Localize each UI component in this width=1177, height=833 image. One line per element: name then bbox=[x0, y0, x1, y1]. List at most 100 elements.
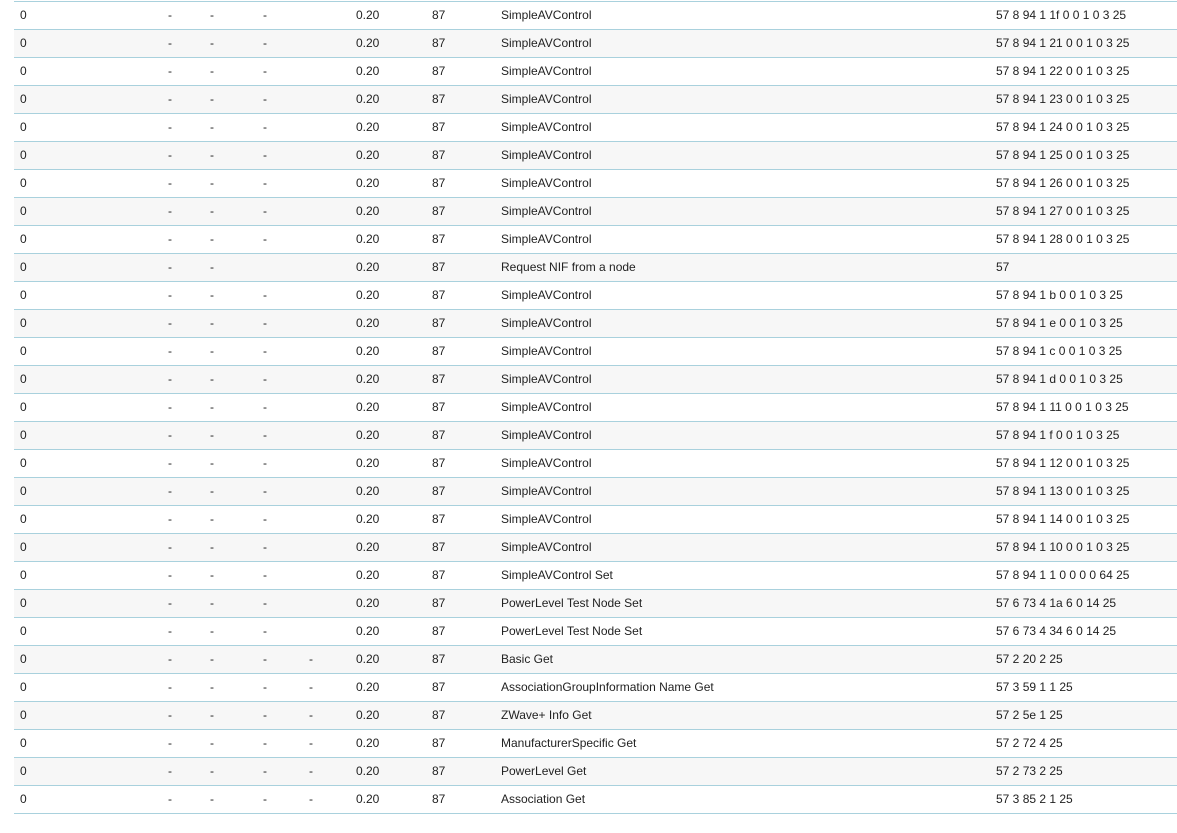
cell-dash-2: - bbox=[210, 232, 214, 246]
cell-command: SimpleAVControl bbox=[501, 484, 592, 498]
cell-dash-2: - bbox=[210, 64, 214, 78]
cell-payload: 57 8 94 1 e 0 0 1 0 3 25 bbox=[996, 316, 1123, 330]
cell-command: SimpleAVControl Set bbox=[501, 568, 613, 582]
table-row[interactable]: 0 - - - 0.20 87 SimpleAVControl 57 8 94 1 26 0 … bbox=[14, 170, 1177, 198]
cell-value: 0 bbox=[20, 736, 27, 750]
cell-node-id: 87 bbox=[432, 652, 446, 666]
table-row[interactable]: 0 - - - 0.20 87 SimpleAVControl 57 8 94 1 b 0 0… bbox=[14, 282, 1177, 310]
table-row[interactable]: 0 - - - 0.20 87 SimpleAVControl 57 8 94 1 23 0 … bbox=[14, 86, 1177, 114]
cell-payload: 57 3 85 2 1 25 bbox=[996, 792, 1073, 806]
table-row[interactable]: 0 - - - 0.20 87 SimpleAVControl 57 8 94 1 28 0 … bbox=[14, 226, 1177, 254]
cell-version: 0.20 bbox=[356, 512, 380, 526]
cell-dash-2: - bbox=[210, 288, 214, 302]
cell-node-id: 87 bbox=[432, 92, 446, 106]
cell-node-id: 87 bbox=[432, 260, 446, 274]
cell-dash-2: - bbox=[210, 596, 214, 610]
table-row[interactable]: 0 - - - 0.20 87 PowerLevel Test Node Set 57 6 7… bbox=[14, 590, 1177, 618]
cell-command: Request NIF from a node bbox=[501, 260, 636, 274]
table-row[interactable]: 0 - - - - 0.20 87 ManufacturerSpecific Get 57 2 … bbox=[14, 730, 1177, 758]
cell-value: 0 bbox=[20, 428, 27, 442]
cell-node-id: 87 bbox=[432, 764, 446, 778]
cell-dash-2: - bbox=[210, 120, 214, 134]
cell-command: ManufacturerSpecific Get bbox=[501, 736, 637, 750]
table-row[interactable]: 0 - - - 0.20 87 PowerLevel Test Node Set 57 6 7… bbox=[14, 618, 1177, 646]
table-row[interactable]: 0 - - - - 0.20 87 Association Get 57 3 85 2 1 25 bbox=[14, 786, 1177, 814]
cell-version: 0.20 bbox=[356, 92, 380, 106]
table-row[interactable]: 0 - - - 0.20 87 SimpleAVControl 57 8 94 1 21 0 … bbox=[14, 30, 1177, 58]
cell-dash-3: - bbox=[263, 708, 267, 722]
cell-dash-2: - bbox=[210, 176, 214, 190]
table-row[interactable]: 0 - - - - 0.20 87 PowerLevel Get 57 2 73 2 25 bbox=[14, 758, 1177, 786]
cell-command: SimpleAVControl bbox=[501, 64, 592, 78]
cell-dash-1: - bbox=[168, 484, 172, 498]
cell-dash-2: - bbox=[210, 512, 214, 526]
cell-version: 0.20 bbox=[356, 624, 380, 638]
cell-command: Basic Get bbox=[501, 652, 554, 666]
cell-node-id: 87 bbox=[432, 344, 446, 358]
cell-node-id: 87 bbox=[432, 736, 446, 750]
cell-value: 0 bbox=[20, 120, 27, 134]
cell-payload: 57 8 94 1 27 0 0 1 0 3 25 bbox=[996, 204, 1130, 218]
cell-value: 0 bbox=[20, 456, 27, 470]
table-row[interactable]: 0 - - - 0.20 87 SimpleAVControl 57 8 94 1 d 0 0… bbox=[14, 366, 1177, 394]
table-row[interactable]: 0 - - - 0.20 87 SimpleAVControl 57 8 94 1 24 0 … bbox=[14, 114, 1177, 142]
cell-dash-3: - bbox=[263, 568, 267, 582]
cell-version: 0.20 bbox=[356, 204, 380, 218]
cell-value: 0 bbox=[20, 540, 27, 554]
table-row[interactable]: 0 - - - 0.20 87 SimpleAVControl 57 8 94 1 f 0 0… bbox=[14, 422, 1177, 450]
table-row[interactable]: 0 - - - 0.20 87 SimpleAVControl 57 8 94 1 27 0 … bbox=[14, 198, 1177, 226]
cell-dash-2: - bbox=[210, 344, 214, 358]
cell-command: SimpleAVControl bbox=[501, 372, 592, 386]
cell-value: 0 bbox=[20, 232, 27, 246]
cell-payload: 57 8 94 1 10 0 0 1 0 3 25 bbox=[996, 540, 1130, 554]
table-row[interactable]: 0 - - - - 0.20 87 Basic Get 57 2 20 2 25 bbox=[14, 646, 1177, 674]
cell-dash-2: - bbox=[210, 456, 214, 470]
cell-command: SimpleAVControl bbox=[501, 120, 592, 134]
cell-dash-1: - bbox=[168, 596, 172, 610]
table-row[interactable]: 0 - - - 0.20 87 SimpleAVControl 57 8 94 1 25 0 … bbox=[14, 142, 1177, 170]
table-row[interactable]: 0 - - - - 0.20 87 AssociationGroupInformation N… bbox=[14, 674, 1177, 702]
table-row[interactable]: 0 - - - 0.20 87 SimpleAVControl 57 8 94 1 12 0 … bbox=[14, 450, 1177, 478]
cell-payload: 57 6 73 4 1a 6 0 14 25 bbox=[996, 596, 1117, 610]
table-row[interactable]: 0 - - - 0.20 87 SimpleAVControl 57 8 94 1 11 0 … bbox=[14, 394, 1177, 422]
table-row[interactable]: 0 - - - 0.20 87 SimpleAVControl Set 57 8 94 1 1… bbox=[14, 562, 1177, 590]
cell-node-id: 87 bbox=[432, 484, 446, 498]
cell-dash-3: - bbox=[263, 148, 267, 162]
table-row[interactable]: 0 - - - 0.20 87 SimpleAVControl 57 8 94 1 c 0 0… bbox=[14, 338, 1177, 366]
table-row[interactable]: 0 - - - - 0.20 87 ZWave+ Info Get 57 2 5e 1 25 bbox=[14, 702, 1177, 730]
cell-command: SimpleAVControl bbox=[501, 176, 592, 190]
table-row[interactable]: 0 - - - 0.20 87 SimpleAVControl 57 8 94 1 22 0 … bbox=[14, 58, 1177, 86]
cell-dash-3: - bbox=[263, 344, 267, 358]
cell-value: 0 bbox=[20, 316, 27, 330]
cell-dash-3: - bbox=[263, 232, 267, 246]
cell-dash-1: - bbox=[168, 400, 172, 414]
cell-payload: 57 3 59 1 1 25 bbox=[996, 680, 1073, 694]
cell-dash-1: - bbox=[168, 680, 172, 694]
cell-dash-1: - bbox=[168, 316, 172, 330]
cell-dash-3: - bbox=[263, 204, 267, 218]
cell-dash-1: - bbox=[168, 344, 172, 358]
table-row[interactable]: 0 - - 0.20 87 Request NIF from a node 57 bbox=[14, 254, 1177, 282]
cell-version: 0.20 bbox=[356, 540, 380, 554]
cell-version: 0.20 bbox=[356, 316, 380, 330]
cell-version: 0.20 bbox=[356, 400, 380, 414]
cell-version: 0.20 bbox=[356, 8, 380, 22]
cell-dash-2: - bbox=[210, 372, 214, 386]
cell-command: SimpleAVControl bbox=[501, 540, 592, 554]
table-row[interactable]: 0 - - - 0.20 87 SimpleAVControl 57 8 94 1 14 0 … bbox=[14, 506, 1177, 534]
cell-dash-3: - bbox=[263, 764, 267, 778]
cell-dash-1: - bbox=[168, 428, 172, 442]
cell-dash-3: - bbox=[263, 316, 267, 330]
table-row[interactable]: 0 - - - 0.20 87 SimpleAVControl 57 8 94 1 1f 0 … bbox=[14, 2, 1177, 30]
cell-payload: 57 8 94 1 14 0 0 1 0 3 25 bbox=[996, 512, 1130, 526]
cell-payload: 57 8 94 1 1f 0 0 1 0 3 25 bbox=[996, 8, 1127, 22]
cell-payload: 57 8 94 1 1 0 0 0 0 64 25 bbox=[996, 568, 1130, 582]
cell-node-id: 87 bbox=[432, 512, 446, 526]
table-row[interactable]: 0 - - - 0.20 87 SimpleAVControl 57 8 94 1 13 0 … bbox=[14, 478, 1177, 506]
cell-version: 0.20 bbox=[356, 260, 380, 274]
table-row[interactable]: 0 - - - 0.20 87 SimpleAVControl 57 8 94 1 10 0 … bbox=[14, 534, 1177, 562]
table-row[interactable]: 0 - - - 0.20 87 SimpleAVControl 57 8 94 1 e 0 0… bbox=[14, 310, 1177, 338]
cell-node-id: 87 bbox=[432, 708, 446, 722]
cell-dash-2: - bbox=[210, 8, 214, 22]
cell-payload: 57 8 94 1 b 0 0 1 0 3 25 bbox=[996, 288, 1123, 302]
